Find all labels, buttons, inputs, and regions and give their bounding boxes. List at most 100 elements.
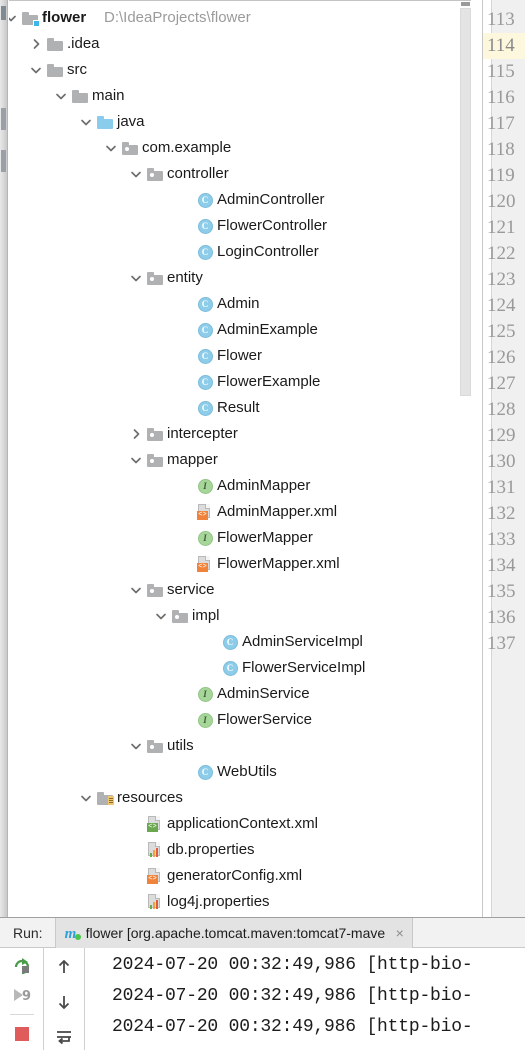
project-tree-scrollbar[interactable] [460, 2, 471, 917]
tree-item-label: FlowerServiceImpl [242, 659, 366, 676]
tree-item[interactable]: C Flower [9, 343, 471, 369]
package-folder-icon [146, 161, 164, 187]
resource-root-folder-icon [96, 785, 114, 811]
tree-item[interactable]: I FlowerMapper [9, 525, 471, 551]
chevron-down-icon[interactable] [54, 83, 68, 109]
run-tool-window: Run: m flower [org.apache.tomcat.maven:t… [0, 917, 525, 1050]
tree-item-label: AdminService [217, 685, 310, 702]
tree-item[interactable]: I FlowerService [9, 707, 471, 733]
strip-mark-2 [1, 108, 6, 130]
tree-item[interactable]: resources [9, 785, 471, 811]
tree-item-label: flower [42, 9, 87, 26]
scroll-down-icon[interactable] [51, 990, 77, 1014]
tree-item[interactable]: I AdminService [9, 681, 471, 707]
package-folder-icon [146, 421, 164, 447]
tree-item[interactable]: log4j.properties [9, 889, 471, 915]
scrollbar-top-marker [461, 2, 470, 6]
soft-wrap-icon[interactable] [51, 1025, 77, 1049]
chevron-down-icon[interactable] [129, 733, 143, 759]
left-tool-strip[interactable] [0, 0, 8, 917]
console-line: 2024-07-20 00:32:49,986 [http-bio- [112, 1017, 473, 1037]
tree-item[interactable]: entity [9, 265, 471, 291]
tree-item-label: AdminServiceImpl [242, 633, 363, 650]
tree-item[interactable]: java [9, 109, 471, 135]
tree-item[interactable]: impl [9, 603, 471, 629]
tree-item[interactable]: utils [9, 733, 471, 759]
tree-item[interactable]: C AdminServiceImpl [9, 629, 471, 655]
chevron-right-icon[interactable] [29, 31, 43, 57]
scroll-up-icon[interactable] [51, 955, 77, 979]
chevron-down-icon[interactable] [129, 447, 143, 473]
close-icon[interactable]: × [392, 925, 404, 941]
folder-icon [46, 31, 64, 57]
project-tree[interactable]: flower D:\IdeaProjects\flower .idea src main… [9, 5, 471, 915]
tree-item[interactable]: service [9, 577, 471, 603]
tree-item[interactable]: <> FlowerMapper.xml [9, 551, 471, 577]
tree-item[interactable]: I AdminMapper [9, 473, 471, 499]
tree-item[interactable]: mapper [9, 447, 471, 473]
line-number: 133 [487, 529, 516, 550]
chevron-right-icon[interactable] [129, 421, 143, 447]
console-output[interactable]: 2024-07-20 00:32:49,986 [http-bio- 2024-0… [85, 948, 525, 1050]
line-number-list: 113 114 115 116 117 118 119 120 121 122 123 124 125 1… [483, 7, 525, 657]
rerun-failed-tests-icon[interactable]: 9 [9, 983, 35, 1007]
tree-item[interactable]: <> generatorConfig.xml [9, 863, 471, 889]
properties-file-icon [146, 837, 164, 863]
java-class-icon: C [196, 187, 214, 213]
tree-item[interactable]: C AdminExample [9, 317, 471, 343]
chevron-down-icon[interactable] [9, 5, 18, 31]
chevron-down-icon[interactable] [104, 135, 118, 161]
tree-item[interactable]: C Result [9, 395, 471, 421]
tree-item[interactable]: <> applicationContext.xml [9, 811, 471, 837]
line-number: 128 [487, 399, 516, 420]
tree-item[interactable]: C Admin [9, 291, 471, 317]
chevron-down-icon[interactable] [29, 57, 43, 83]
tree-item[interactable]: com.example [9, 135, 471, 161]
tree-item[interactable]: C FlowerServiceImpl [9, 655, 471, 681]
tree-item[interactable]: .idea [9, 31, 471, 57]
line-number: 119 [487, 165, 515, 186]
xml-file-icon: <> [196, 499, 214, 525]
tree-item[interactable]: src [9, 57, 471, 83]
chevron-down-icon[interactable] [79, 785, 93, 811]
tree-item[interactable]: flower D:\IdeaProjects\flower [9, 5, 471, 31]
tree-item[interactable]: C FlowerExample [9, 369, 471, 395]
tree-item-label: AdminMapper [217, 477, 311, 494]
line-number: 117 [487, 113, 515, 134]
tree-item-label: service [167, 581, 215, 598]
tree-item-label: controller [167, 165, 229, 182]
tree-item[interactable]: db.properties [9, 837, 471, 863]
tree-item-label: applicationContext.xml [167, 815, 318, 832]
line-number: 120 [487, 191, 516, 212]
project-tool-window[interactable]: flower D:\IdeaProjects\flower .idea src main… [9, 0, 471, 917]
line-number: 137 [487, 633, 516, 654]
run-configuration-tab[interactable]: m flower [org.apache.tomcat.maven:tomcat… [54, 917, 413, 948]
properties-file-icon [146, 889, 164, 915]
java-class-icon: C [196, 395, 214, 421]
chevron-down-icon[interactable] [154, 603, 168, 629]
tree-item[interactable]: C AdminController [9, 187, 471, 213]
stop-icon[interactable] [9, 1022, 35, 1046]
tree-item[interactable]: controller [9, 161, 471, 187]
rerun-icon[interactable] [9, 954, 35, 978]
tree-item[interactable]: <> AdminMapper.xml [9, 499, 471, 525]
tree-item[interactable]: C WebUtils [9, 759, 471, 785]
chevron-down-icon[interactable] [129, 161, 143, 187]
line-number: 123 [487, 269, 516, 290]
tree-item[interactable]: main [9, 83, 471, 109]
chevron-down-icon[interactable] [129, 265, 143, 291]
tree-item[interactable]: intercepter [9, 421, 471, 447]
tree-item[interactable]: C LoginController [9, 239, 471, 265]
chevron-down-icon[interactable] [79, 109, 93, 135]
tree-item-label: main [92, 87, 125, 104]
strip-mark-1 [1, 6, 6, 20]
tree-item-label: mapper [167, 451, 218, 468]
scrollbar-thumb[interactable] [460, 8, 471, 396]
tree-item[interactable]: C FlowerController [9, 213, 471, 239]
line-number: 122 [487, 243, 516, 264]
chevron-down-icon[interactable] [129, 577, 143, 603]
